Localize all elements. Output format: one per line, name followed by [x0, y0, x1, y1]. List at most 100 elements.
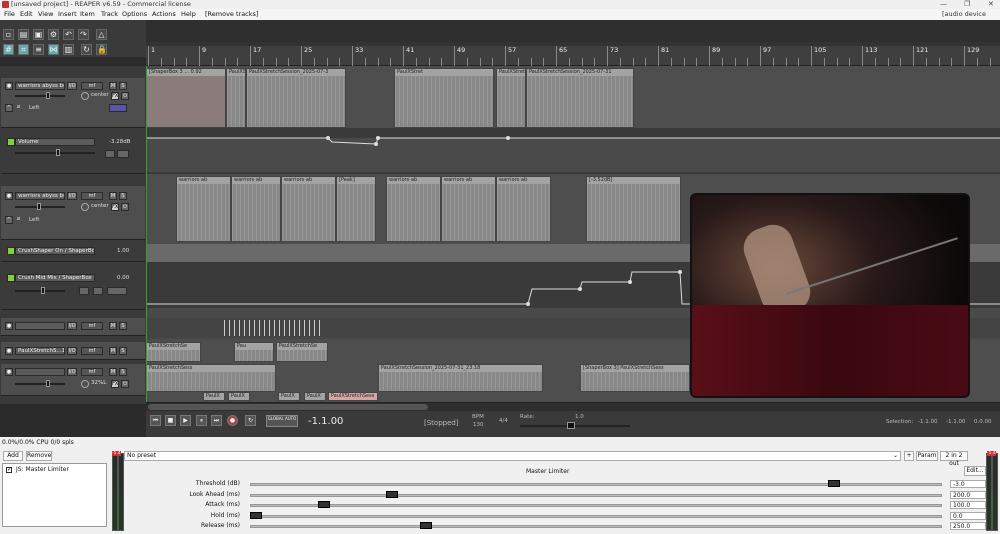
track-1-header[interactable]: ● warriors abyss be I/O mf M S center FX… — [1, 78, 145, 128]
grid-toggle-icon[interactable]: # — [3, 44, 14, 55]
menu-remove-tracks[interactable]: [Remove tracks] — [205, 9, 258, 20]
rate-slider[interactable] — [520, 425, 630, 427]
audio-item[interactable]: warriors ab — [386, 176, 441, 242]
solo-button[interactable]: S — [119, 192, 127, 200]
track-name[interactable]: warriors abyss be — [15, 192, 65, 200]
param-value-field[interactable]: 200.0 — [950, 490, 986, 499]
param-slider-knob[interactable] — [386, 490, 398, 498]
record-arm-button[interactable]: ● — [5, 368, 13, 376]
audio-item[interactable]: PaulXStretchSession_2025-07-31 — [526, 68, 634, 128]
volume-envelope-lane[interactable] — [146, 128, 1000, 174]
loop-icon[interactable]: ↻ — [81, 44, 92, 55]
pan-knob[interactable] — [81, 380, 89, 388]
io-button[interactable]: I/O — [67, 368, 77, 376]
close-button[interactable]: ✕ — [988, 0, 994, 9]
selection-end[interactable]: -1.1.00 — [946, 419, 965, 425]
repeat-button[interactable]: ↻ — [245, 415, 256, 426]
audio-item[interactable]: warriors ab — [496, 176, 551, 242]
play-button[interactable]: ▶ — [180, 415, 191, 426]
settings-icon[interactable]: ⚙ — [48, 29, 59, 40]
envelope-mode-button[interactable] — [107, 287, 127, 295]
global-automation-button[interactable]: GLOBAL AUTO — [266, 415, 298, 427]
menu-view[interactable]: View — [38, 9, 53, 20]
envelope-name[interactable]: Crush Mid Mix / ShaperBox 3 — [15, 274, 95, 282]
go-to-start-button[interactable]: ⏮ — [150, 415, 161, 426]
track-5-header[interactable]: ● I/O mf M S 32%L FX ⏻ — [1, 364, 145, 396]
envelope-name[interactable]: CrushShaper On / ShaperBox 3 — [15, 247, 95, 255]
volume-knob[interactable] — [37, 203, 41, 210]
save-project-icon[interactable]: ▣ — [33, 29, 44, 40]
menu-item[interactable]: Item — [80, 9, 95, 20]
timeline-ruler[interactable]: 1 9 17 25 33 41 49 57 65 73 81 89 97 105 113 121 129 — [146, 42, 1000, 66]
mute-button[interactable]: M — [109, 322, 117, 330]
auto-crossfade-icon[interactable]: ⋈ — [48, 44, 59, 55]
audio-item[interactable]: PaulXStretchSess — [146, 364, 276, 392]
go-to-end-button[interactable]: ⏭ — [211, 415, 222, 426]
snap-icon[interactable]: ⌗ — [18, 44, 29, 55]
redo-icon[interactable]: ↷ — [78, 29, 89, 40]
audio-item[interactable]: PaulXStretchSe — [276, 342, 328, 362]
record-arm-button[interactable]: ● — [5, 322, 13, 330]
record-arm-button[interactable]: ● — [5, 82, 13, 90]
rate-slider-knob[interactable] — [567, 422, 575, 429]
envelope-button[interactable]: ^ — [5, 104, 13, 112]
ripple-icon[interactable]: ≡ — [33, 44, 44, 55]
record-mode-button[interactable]: mf — [81, 192, 103, 200]
edit-plugin-button[interactable]: Edit... — [964, 466, 986, 476]
audio-item[interactable]: warriors ab — [441, 176, 496, 242]
lock-icon[interactable]: 🔒 — [96, 44, 107, 55]
io-button[interactable]: I/O — [67, 192, 77, 200]
audio-item[interactable]: PaulX — [228, 392, 250, 401]
mute-button[interactable]: M — [109, 82, 117, 90]
mute-button[interactable]: M — [109, 347, 117, 355]
pan-knob[interactable] — [81, 203, 89, 211]
track-1-lane[interactable]: [ShaperBox 3 ... 0.92 PaulXSt PaulXStret… — [146, 66, 1000, 128]
solo-button[interactable]: S — [119, 322, 127, 330]
param-value-field[interactable]: -3.0 — [950, 480, 986, 488]
io-button[interactable]: I/O — [67, 82, 77, 90]
param-slider-knob[interactable] — [420, 522, 432, 529]
record-arm-button[interactable]: ● — [5, 192, 13, 200]
audio-item[interactable]: [-3.52dB] — [586, 176, 681, 242]
audio-item[interactable]: PaulXStret — [496, 68, 526, 128]
track-3-header[interactable]: ● I/O mf M S — [1, 318, 145, 336]
track-name[interactable] — [15, 322, 65, 330]
selection-length[interactable]: 0.0.00 — [974, 419, 992, 425]
param-value-field[interactable]: 100.0 — [950, 501, 986, 509]
envelope-name[interactable]: Volume — [15, 138, 95, 146]
envelope-button[interactable]: ^ — [5, 216, 13, 224]
track-name[interactable] — [15, 368, 65, 376]
track-name[interactable]: PaulXStretchS...14 — [15, 347, 65, 355]
io-button[interactable]: I/O — [67, 347, 77, 355]
video-window[interactable] — [690, 193, 970, 398]
record-mode-button[interactable]: mf — [81, 322, 103, 330]
fx-enable-checkbox[interactable]: ✓ — [6, 467, 12, 473]
volume-knob[interactable] — [46, 380, 50, 387]
audio-item[interactable]: Pau — [234, 342, 274, 362]
envelope-slider[interactable] — [15, 290, 65, 292]
envelope-knob[interactable] — [41, 287, 45, 294]
record-mode-button[interactable]: mf — [81, 82, 103, 90]
audio-item[interactable]: warriors ab — [281, 176, 336, 242]
remove-fx-button[interactable]: Remove — [26, 451, 52, 461]
record-mode-button[interactable]: mf — [81, 368, 103, 376]
new-project-icon[interactable]: ▫ — [3, 29, 14, 40]
track-name[interactable]: warriors abyss be — [15, 82, 65, 90]
maximize-button[interactable]: ❐ — [964, 0, 970, 9]
time-signature[interactable]: 4/4 — [499, 418, 508, 424]
record-arm-button[interactable]: ● — [5, 347, 13, 355]
volume-knob[interactable] — [46, 92, 50, 99]
envelope-arm-button[interactable] — [105, 150, 115, 158]
solo-button[interactable]: S — [119, 347, 127, 355]
menu-insert[interactable]: Insert — [58, 9, 77, 20]
envelope-mode-button[interactable] — [117, 150, 129, 158]
param-slider-knob[interactable] — [250, 511, 262, 519]
fx-bypass-button[interactable]: ⏻ — [121, 203, 129, 211]
audio-item[interactable]: [ShaperBox 3] PaulXStretchSess — [580, 364, 690, 392]
scrollbar-thumb[interactable] — [148, 404, 428, 410]
selection-start[interactable]: -1.1.00 — [918, 419, 937, 425]
envelope-active-toggle[interactable] — [7, 138, 15, 146]
fx-list-item[interactable]: JS: Master Limiter — [16, 466, 69, 473]
menu-track[interactable]: Track — [101, 9, 118, 20]
fx-button[interactable]: FX — [111, 203, 119, 211]
